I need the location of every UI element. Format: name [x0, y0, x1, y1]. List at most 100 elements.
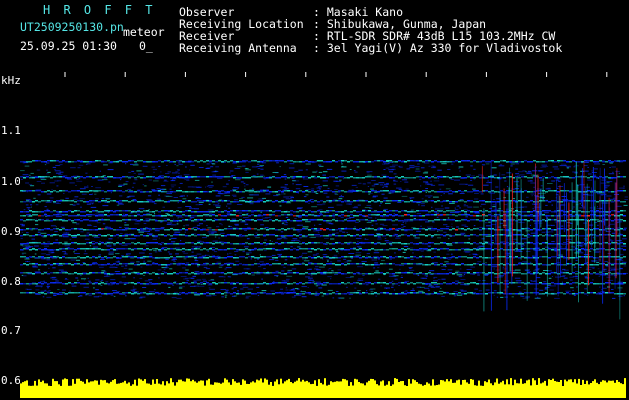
noise-dot	[358, 278, 364, 280]
noise-dot	[588, 224, 594, 226]
noise-dot	[597, 206, 598, 208]
signal-segment	[542, 161, 545, 163]
noise-dot	[492, 239, 494, 241]
noise-dot	[245, 171, 249, 173]
signal-segment	[26, 214, 29, 216]
noise-dot	[35, 218, 37, 220]
noise-dot	[428, 246, 431, 248]
signal-segment	[464, 249, 467, 251]
signal-segment	[212, 190, 215, 192]
noise-dot	[502, 224, 507, 226]
signal-segment	[548, 190, 551, 192]
noise-dot	[217, 202, 220, 204]
signal-segment	[434, 219, 437, 221]
signal-segment	[203, 214, 206, 216]
signal-segment	[374, 190, 377, 192]
noise-dot	[328, 206, 334, 208]
signal-segment	[449, 235, 452, 237]
noise-dot	[466, 269, 472, 270]
signal-segment	[416, 249, 419, 251]
signal-segment	[578, 210, 581, 212]
noise-dot	[600, 194, 604, 196]
noise-dot	[263, 175, 265, 177]
signal-segment	[68, 215, 71, 217]
noise-dot	[292, 183, 294, 185]
signal-segment	[314, 215, 317, 217]
signal-segment	[368, 220, 371, 222]
noise-dot	[542, 165, 549, 167]
noise-dot	[572, 206, 575, 208]
signal-segment	[62, 248, 65, 250]
signal-segment	[119, 210, 122, 212]
noise-dot	[455, 270, 460, 272]
signal-segment	[383, 161, 386, 163]
noise-dot	[597, 193, 600, 195]
noise-dot	[443, 224, 448, 226]
signal-segment	[419, 215, 422, 217]
noise-dot	[30, 229, 34, 231]
signal-segment	[59, 248, 62, 250]
signal-segment	[71, 228, 74, 230]
noise-dot	[365, 284, 369, 286]
noise-dot	[132, 199, 137, 200]
noise-dot	[21, 225, 25, 227]
signal-segment	[119, 214, 122, 216]
signal-segment	[350, 228, 353, 230]
signal-segment	[479, 210, 482, 212]
signal-segment	[152, 211, 155, 213]
signal-segment	[308, 242, 311, 244]
signal-segment	[410, 242, 413, 244]
signal-segment	[623, 215, 626, 217]
signal-segment	[356, 215, 359, 217]
signal-segment	[128, 248, 131, 250]
noise-dot	[177, 169, 180, 170]
signal-segment	[68, 219, 71, 221]
noise-dot	[309, 236, 311, 238]
noise-dot	[76, 180, 83, 182]
signal-segment	[134, 215, 137, 217]
signal-segment	[194, 243, 197, 245]
signal-segment	[161, 200, 164, 202]
signal-segment	[485, 210, 488, 212]
noise-dot	[346, 260, 349, 262]
noise-dot	[44, 290, 46, 292]
noise-dot	[357, 241, 359, 243]
noise-dot	[459, 268, 462, 270]
noise-dot	[290, 212, 292, 214]
noise-dot	[124, 265, 128, 267]
signal-segment	[194, 215, 197, 217]
noise-dot	[98, 254, 101, 256]
spectrogram-canvas[interactable]	[20, 72, 628, 398]
signal-segment	[293, 234, 296, 236]
signal-segment	[287, 219, 290, 221]
noise-dot	[414, 166, 420, 168]
noise-dot	[179, 286, 185, 288]
signal-segment	[479, 200, 482, 202]
noise-dot	[295, 188, 301, 190]
signal-segment	[422, 243, 425, 245]
noise-dot	[591, 170, 594, 172]
noise-dot	[64, 252, 67, 254]
noise-dot	[436, 216, 439, 218]
noise-dot	[48, 290, 51, 292]
signal-segment	[188, 249, 191, 251]
signal-segment	[305, 228, 308, 230]
noise-dot	[391, 168, 396, 170]
signal-segment	[233, 248, 236, 250]
noise-dot	[91, 193, 93, 195]
signal-segment	[74, 228, 77, 230]
signal-segment	[497, 210, 500, 212]
signal-segment	[254, 210, 257, 212]
noise-dot	[602, 287, 607, 289]
signal-segment	[317, 190, 320, 192]
signal-segment	[41, 243, 44, 245]
signal-segment	[41, 161, 44, 163]
signal-segment	[68, 234, 71, 236]
noise-dot	[279, 205, 282, 207]
noise-dot	[175, 253, 179, 255]
signal-segment	[182, 219, 185, 221]
noise-dot	[63, 192, 65, 194]
noise-dot	[77, 167, 81, 169]
noise-dot	[130, 257, 135, 259]
signal-segment	[617, 176, 620, 178]
